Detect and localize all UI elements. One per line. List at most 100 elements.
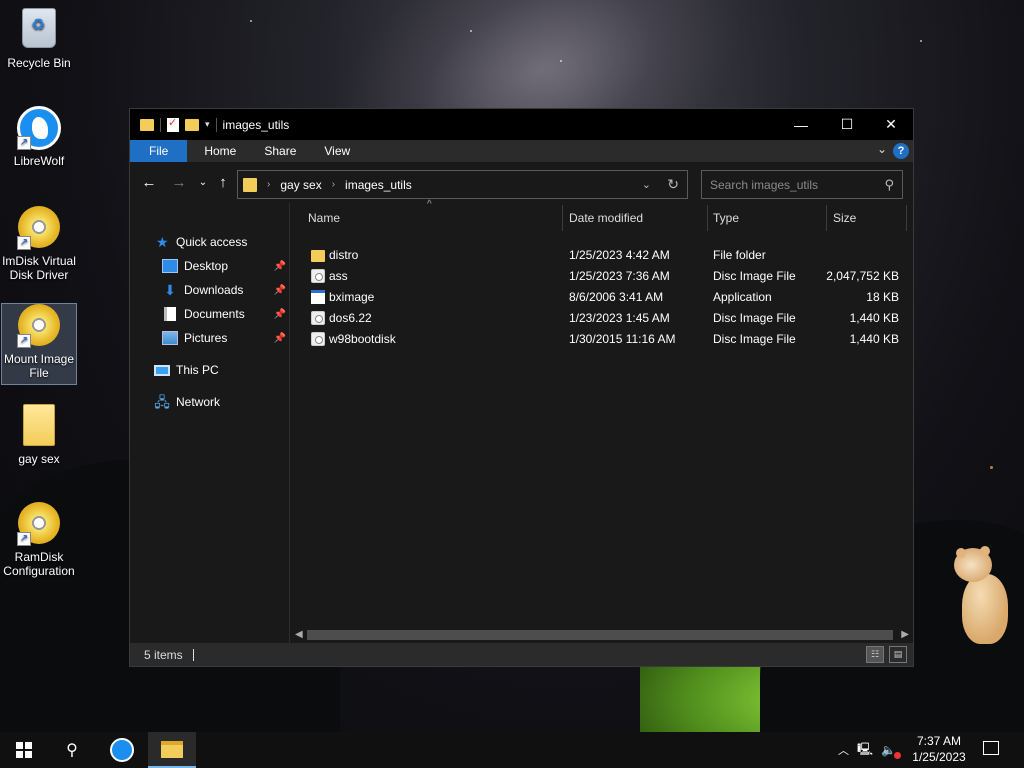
- help-icon[interactable]: ?: [893, 143, 909, 159]
- tab-share[interactable]: Share: [250, 140, 310, 162]
- desktop-icon-folder[interactable]: gay sex: [1, 404, 77, 474]
- star: [250, 20, 252, 22]
- disc-icon: ↗: [17, 502, 61, 546]
- breadcrumb-item[interactable]: gay sex: [280, 178, 321, 192]
- nav-label: Network: [176, 395, 221, 409]
- file-row[interactable]: bximage 8/6/2006 3:41 AM Application 18 …: [291, 287, 911, 308]
- scroll-left-icon[interactable]: ◀: [295, 629, 303, 640]
- forward-button[interactable]: →: [169, 174, 189, 192]
- title-bar[interactable]: ▾ images_utils — ☐ ✕: [130, 109, 913, 140]
- folder-icon: [140, 118, 154, 131]
- nav-quick-access[interactable]: ★ Quick access: [156, 231, 247, 253]
- nav-item-desktop[interactable]: Desktop 📌: [162, 255, 286, 277]
- desktop-icon-recycle-bin[interactable]: Recycle Bin: [1, 8, 77, 78]
- desktop-icon-librewolf[interactable]: ↗ LibreWolf: [1, 106, 77, 176]
- desktop-icon-label: Recycle Bin: [7, 56, 71, 70]
- pictures-icon: [162, 331, 178, 345]
- taskbar-file-explorer[interactable]: [148, 732, 196, 768]
- notification-icon[interactable]: [983, 741, 999, 755]
- column-header-date-modified[interactable]: Date modified: [569, 203, 704, 233]
- scrollbar-thumb[interactable]: [307, 630, 893, 640]
- tab-file[interactable]: File: [130, 140, 188, 162]
- shortcut-arrow-icon: ↗: [17, 334, 31, 348]
- file-type: File folder: [713, 248, 766, 262]
- file-date: 1/23/2023 1:45 AM: [569, 311, 670, 325]
- nav-label: Desktop: [184, 259, 229, 273]
- search-input[interactable]: [710, 177, 875, 193]
- expand-ribbon-icon[interactable]: ⌄: [877, 142, 887, 156]
- clock[interactable]: 7:37 AM 1/25/2023: [903, 733, 975, 765]
- search-icon[interactable]: ⚲: [884, 177, 894, 193]
- file-row[interactable]: distro 1/25/2023 4:42 AM File folder: [291, 245, 911, 266]
- tab-view[interactable]: View: [310, 140, 364, 162]
- network-status-icon[interactable]: 🖳: [857, 740, 873, 761]
- recent-locations-button[interactable]: ⌄: [193, 174, 213, 192]
- back-button[interactable]: ←: [139, 174, 159, 192]
- customize-toolbar-icon[interactable]: ▾: [205, 119, 210, 130]
- nav-network[interactable]: 🖧 Network: [154, 391, 220, 413]
- breadcrumb-item[interactable]: images_utils: [345, 178, 412, 192]
- close-button[interactable]: ✕: [868, 109, 914, 140]
- desktop-icon-ramdisk[interactable]: ↗ RamDisk Configuration: [1, 502, 77, 584]
- column-divider[interactable]: [707, 205, 708, 231]
- chevron-right-icon: ›: [267, 179, 271, 190]
- quick-access-toolbar: ▾: [130, 109, 217, 140]
- address-bar[interactable]: › gay sex › images_utils ⌄ ↻: [237, 170, 688, 199]
- scroll-right-icon[interactable]: ▶: [901, 629, 909, 640]
- file-name: ass: [329, 269, 348, 283]
- desktop-icon-label: ImDisk Virtual Disk Driver: [2, 254, 76, 282]
- new-folder-icon[interactable]: [185, 118, 199, 131]
- column-header-type[interactable]: Type: [713, 203, 823, 233]
- search-icon: ⚲: [66, 742, 78, 759]
- nav-this-pc[interactable]: This PC: [154, 359, 219, 381]
- nav-item-downloads[interactable]: ⬇ Downloads 📌: [162, 279, 286, 301]
- minimize-button[interactable]: —: [778, 109, 824, 140]
- horizontal-scrollbar[interactable]: ◀ ▶: [291, 627, 913, 643]
- navigation-pane: ★ Quick access Desktop 📌 ⬇ Downloads 📌 D…: [130, 203, 290, 643]
- star: [990, 466, 993, 469]
- chevron-down-icon[interactable]: ⌄: [642, 178, 651, 191]
- nav-item-documents[interactable]: Documents 📌: [162, 303, 286, 325]
- column-divider[interactable]: [826, 205, 827, 231]
- pin-icon[interactable]: 📌: [274, 333, 286, 344]
- divider: [192, 648, 194, 661]
- file-name: bximage: [329, 290, 375, 304]
- properties-icon[interactable]: [167, 116, 179, 132]
- application-icon: [311, 290, 325, 304]
- desktop-icon: [162, 259, 178, 273]
- pin-icon[interactable]: 📌: [274, 261, 286, 272]
- taskbar-librewolf[interactable]: [98, 732, 146, 768]
- maximize-button[interactable]: ☐: [824, 109, 870, 140]
- column-header-name[interactable]: Name: [308, 203, 558, 233]
- column-divider[interactable]: [562, 205, 563, 231]
- pin-icon[interactable]: 📌: [274, 285, 286, 296]
- shortcut-arrow-icon: ↗: [17, 532, 31, 546]
- column-divider[interactable]: [906, 205, 907, 231]
- recycle-bin-icon: [17, 8, 61, 52]
- nav-label: This PC: [176, 363, 219, 377]
- desktop-icon-imdisk[interactable]: ↗ ImDisk Virtual Disk Driver: [1, 206, 77, 288]
- tab-home[interactable]: Home: [187, 140, 250, 162]
- large-icons-view-button[interactable]: ▤: [889, 646, 907, 663]
- nav-item-pictures[interactable]: Pictures 📌: [162, 327, 286, 349]
- nav-label: Downloads: [184, 283, 244, 297]
- taskbar: ⚲ ︿ 🖳 🔈 7:37 AM 1/25/2023: [0, 732, 1024, 768]
- volume-muted-icon[interactable]: 🔈: [881, 743, 901, 759]
- chevron-up-icon[interactable]: ︿: [838, 742, 849, 758]
- windows-icon: [16, 742, 32, 758]
- pin-icon[interactable]: 📌: [274, 309, 286, 320]
- nav-label: Quick access: [176, 235, 248, 249]
- desktop-icon-mount-image-file[interactable]: ↗ Mount Image File: [1, 303, 77, 385]
- search-button[interactable]: ⚲: [48, 732, 96, 768]
- chevron-right-icon[interactable]: ›: [332, 179, 335, 190]
- column-header-size[interactable]: Size: [833, 203, 903, 233]
- up-button[interactable]: ↑: [213, 174, 233, 192]
- navigation-bar: ← → ⌄ ↑ › gay sex › images_utils ⌄ ↻ ⚲: [130, 162, 913, 203]
- file-row[interactable]: ass 1/25/2023 7:36 AM Disc Image File 2,…: [291, 266, 911, 287]
- details-view-button[interactable]: ☷: [866, 646, 884, 663]
- file-row[interactable]: w98bootdisk 1/30/2015 11:16 AM Disc Imag…: [291, 329, 911, 350]
- refresh-icon[interactable]: ↻: [667, 176, 679, 193]
- search-box[interactable]: ⚲: [701, 170, 903, 199]
- start-button[interactable]: [0, 732, 48, 768]
- file-row[interactable]: dos6.22 1/23/2023 1:45 AM Disc Image Fil…: [291, 308, 911, 329]
